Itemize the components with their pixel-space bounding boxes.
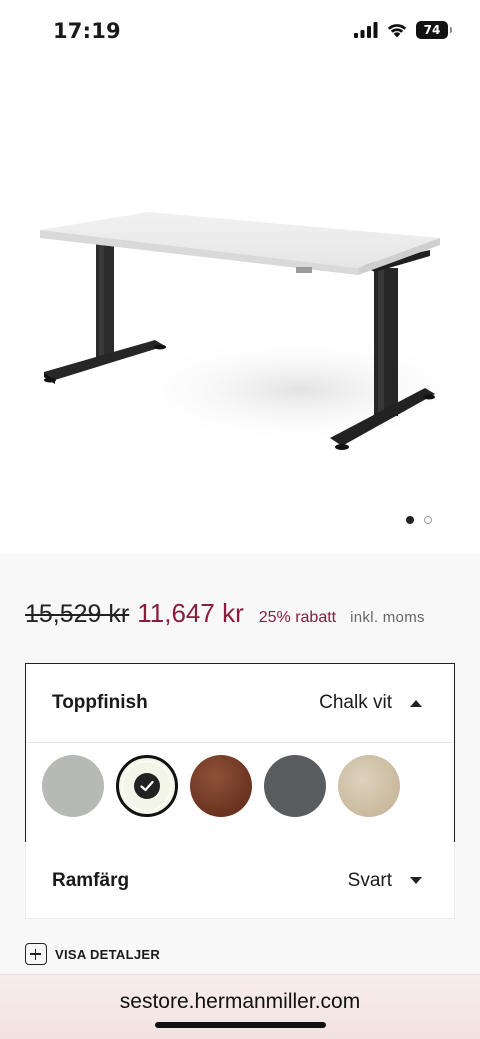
- sale-price: 11,647 kr: [137, 598, 244, 628]
- frame-color-selector: Ramfärg Svart: [25, 842, 455, 919]
- top-finish-selector: Toppfinish Chalk vit: [25, 663, 455, 843]
- browser-address-bar[interactable]: sestore.hermanmiller.com: [0, 974, 480, 1039]
- price-row: 15,529 kr 11,647 kr 25% rabatt inkl. mom…: [25, 598, 425, 629]
- checkmark-icon: [134, 773, 160, 799]
- status-icons: 74: [354, 21, 452, 39]
- vat-note: inkl. moms: [350, 609, 425, 626]
- chevron-up-icon[interactable]: [410, 699, 422, 707]
- swatch-walnut[interactable]: [190, 755, 252, 817]
- pager-dot-2[interactable]: [424, 516, 432, 524]
- wifi-icon: [387, 24, 407, 38]
- top-finish-value: Chalk vit: [319, 692, 392, 713]
- desk-illustration: [40, 212, 480, 450]
- image-pager[interactable]: [406, 516, 432, 524]
- status-time: 17:19: [53, 19, 121, 43]
- status-bar: 17:19 74: [0, 0, 480, 64]
- pager-dot-1[interactable]: [406, 516, 414, 524]
- show-details-button[interactable]: VISA DETALJER: [25, 943, 160, 965]
- swatch-chalk-white[interactable]: [116, 755, 178, 817]
- plus-icon: [25, 943, 47, 965]
- frame-color-header[interactable]: Ramfärg Svart: [26, 842, 454, 919]
- swatch-slate[interactable]: [264, 755, 326, 817]
- home-indicator[interactable]: [155, 1022, 326, 1028]
- battery-icon: 74: [416, 21, 452, 39]
- show-details-label: VISA DETALJER: [55, 946, 161, 962]
- swatch-oak[interactable]: [338, 755, 400, 817]
- frame-color-label: Ramfärg: [52, 869, 130, 891]
- frame-color-value-wrap: Svart: [348, 870, 428, 892]
- chevron-down-icon[interactable]: [410, 877, 422, 884]
- top-finish-label: Toppfinish: [52, 692, 148, 713]
- url-text[interactable]: sestore.hermanmiller.com: [0, 990, 480, 1014]
- discount-label: 25% rabatt: [258, 609, 337, 626]
- original-price: 15,529 kr: [25, 600, 130, 628]
- swatch-list: [26, 742, 454, 842]
- top-finish-header[interactable]: Toppfinish Chalk vit: [26, 664, 454, 742]
- top-finish-value-wrap: Chalk vit: [319, 692, 428, 714]
- product-image[interactable]: [0, 64, 480, 554]
- cellular-signal-icon: [354, 22, 378, 38]
- swatch-grey[interactable]: [42, 755, 104, 817]
- frame-color-value: Svart: [347, 869, 392, 891]
